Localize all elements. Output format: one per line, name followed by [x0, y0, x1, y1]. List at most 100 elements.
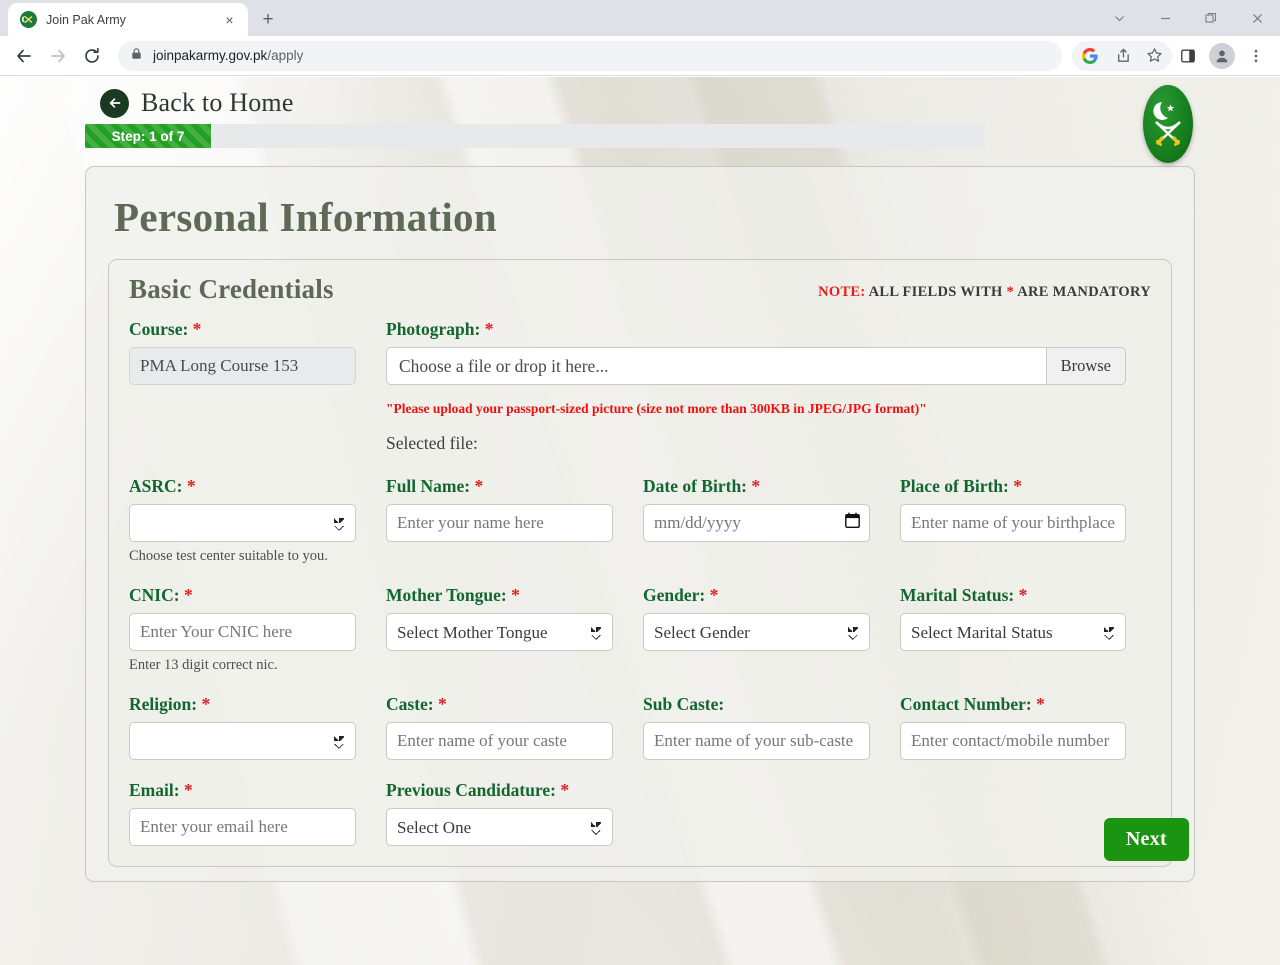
reload-icon[interactable] — [76, 40, 108, 72]
sub-caste-input[interactable] — [643, 722, 870, 761]
form-actions: Next — [1103, 818, 1189, 861]
file-upload-control[interactable]: Choose a file or drop it here... Browse — [386, 347, 1126, 385]
previous-candidature-select[interactable]: Select One — [386, 808, 613, 847]
maximize-icon[interactable] — [1188, 0, 1234, 36]
new-tab-button[interactable]: + — [254, 5, 282, 33]
close-icon[interactable]: × — [221, 11, 238, 28]
note-tail: ARE MANDATORY — [1014, 284, 1151, 300]
circle-left-arrow-icon — [100, 88, 129, 118]
contact-number-label: Contact Number: * — [900, 694, 1045, 715]
caste-label: Caste: * — [386, 694, 447, 715]
field-full-name: Full Name: * — [386, 476, 643, 565]
google-icon[interactable] — [1074, 40, 1106, 72]
spacer-cell-2 — [900, 780, 1126, 846]
asrc-helper-text: Choose test center suitable to you. — [129, 548, 328, 564]
mother-tongue-select[interactable]: Select Mother Tongue — [386, 613, 613, 652]
selected-file-label: Selected file: — [386, 433, 478, 453]
url-text: joinpakarmy.gov.pk/apply — [153, 48, 304, 63]
army-crest-icon — [20, 11, 37, 28]
caste-input[interactable] — [386, 722, 613, 761]
field-marital-status: Marital Status: * Select Marital Status — [900, 585, 1126, 674]
sub-caste-label: Sub Caste: — [643, 694, 725, 715]
form-card: Personal Information Basic Credentials N… — [85, 166, 1195, 882]
profile-avatar-icon[interactable] — [1209, 42, 1235, 69]
chevron-down-icon[interactable] — [1096, 0, 1142, 36]
full-name-label: Full Name: * — [386, 476, 484, 496]
date-of-birth-input[interactable] — [643, 504, 870, 542]
field-sub-caste: Sub Caste: — [643, 694, 900, 761]
previous-candidature-label: Previous Candidature: * — [386, 780, 570, 801]
step-progress-bar: Step: 1 of 7 — [85, 124, 985, 148]
field-cnic: CNIC: * Enter 13 digit correct nic. — [129, 585, 386, 674]
religion-label: Religion: * — [129, 694, 211, 715]
browser-tab[interactable]: Join Pak Army × — [8, 3, 248, 36]
back-to-home-label: Back to Home — [141, 88, 294, 117]
back-arrow-icon[interactable] — [8, 40, 40, 72]
contact-number-input[interactable] — [900, 722, 1126, 761]
pak-army-crest-logo — [1143, 85, 1193, 163]
mother-tongue-label: Mother Tongue: * — [386, 585, 520, 606]
course-input — [129, 347, 356, 385]
field-asrc: ASRC: * Choose test center suitable to y… — [129, 476, 386, 565]
photo-upload-warning: "Please upload your passport-sized pictu… — [386, 401, 927, 416]
side-panel-icon[interactable] — [1172, 40, 1204, 72]
field-date-of-birth: Date of Birth: * — [643, 476, 900, 565]
page-title: Personal Information — [114, 194, 497, 240]
marital-status-select[interactable]: Select Marital Status — [900, 613, 1126, 652]
form-row-2: ASRC: * Choose test center suitable to y… — [129, 476, 1151, 565]
tab-strip: Join Pak Army × + — [0, 0, 1280, 36]
field-gender: Gender: * Select Gender — [643, 585, 900, 674]
cnic-input[interactable] — [129, 613, 356, 652]
religion-select[interactable] — [129, 722, 356, 761]
basic-credentials-section: Basic Credentials NOTE: ALL FIELDS WITH … — [108, 259, 1172, 868]
note-asterisk: * — [1006, 284, 1015, 300]
form-row-4: Religion: * Caste: * Sub Caste: — [129, 694, 1151, 761]
field-previous-candidature: Previous Candidature: * Select One — [386, 780, 643, 847]
form-row-3: CNIC: * Enter 13 digit correct nic. Moth… — [129, 585, 1151, 674]
forward-arrow-icon[interactable] — [42, 40, 74, 72]
section-title: Basic Credentials — [129, 274, 334, 304]
asrc-label: ASRC: * — [129, 476, 196, 496]
next-button[interactable]: Next — [1103, 818, 1189, 861]
note-text: ALL FIELDS WITH — [865, 284, 1007, 300]
field-place-of-birth: Place of Birth: * — [900, 476, 1126, 565]
form-row-5: Email: * Previous Candidature: * Select … — [129, 780, 1151, 847]
window-controls — [1096, 0, 1280, 36]
place-of-birth-input[interactable] — [900, 504, 1126, 542]
close-icon[interactable] — [1234, 0, 1280, 36]
gender-label: Gender: * — [643, 585, 719, 606]
course-label: Course: * — [129, 319, 202, 339]
lock-icon — [130, 47, 143, 65]
field-photograph: Photograph: * Choose a file or drop it h… — [386, 319, 1126, 454]
page-content: Back to Home Step: 1 of 7 Personal Infor… — [0, 77, 1280, 965]
gender-select[interactable]: Select Gender — [643, 613, 870, 652]
address-bar[interactable]: joinpakarmy.gov.pk/apply — [118, 40, 1062, 71]
minimize-icon[interactable] — [1142, 0, 1188, 36]
browser-window: Join Pak Army × + joinpakarmy.gov.pk/app… — [0, 0, 1280, 965]
date-of-birth-label: Date of Birth: * — [643, 476, 761, 496]
email-input[interactable] — [129, 808, 356, 847]
cnic-helper-text: Enter 13 digit correct nic. — [129, 657, 278, 674]
field-mother-tongue: Mother Tongue: * Select Mother Tongue — [386, 585, 643, 674]
back-to-home-link[interactable]: Back to Home — [0, 77, 1280, 118]
star-icon[interactable] — [1138, 40, 1170, 72]
asrc-select[interactable] — [129, 504, 356, 542]
note-keyword: NOTE: — [818, 284, 866, 300]
field-religion: Religion: * — [129, 694, 386, 761]
field-course: Course: * — [129, 319, 386, 454]
spacer-cell-1 — [643, 780, 900, 846]
file-drop-label[interactable]: Choose a file or drop it here... — [386, 347, 1046, 385]
share-icon[interactable] — [1106, 40, 1138, 72]
full-name-input[interactable] — [386, 504, 613, 542]
field-contact-number: Contact Number: * — [900, 694, 1126, 761]
form-row-1: Course: * Photograph: * Choose a file or… — [129, 319, 1151, 454]
photograph-label: Photograph: * — [386, 319, 494, 339]
tab-title: Join Pak Army — [46, 12, 126, 27]
section-header: Basic Credentials NOTE: ALL FIELDS WITH … — [129, 274, 1151, 305]
three-dot-menu-icon[interactable] — [1240, 40, 1272, 72]
step-progress-label: Step: 1 of 7 — [85, 124, 211, 148]
place-of-birth-label: Place of Birth: * — [900, 476, 1022, 496]
mandatory-note: NOTE: ALL FIELDS WITH * ARE MANDATORY — [818, 284, 1151, 305]
browse-button[interactable]: Browse — [1045, 347, 1126, 385]
field-caste: Caste: * — [386, 694, 643, 761]
